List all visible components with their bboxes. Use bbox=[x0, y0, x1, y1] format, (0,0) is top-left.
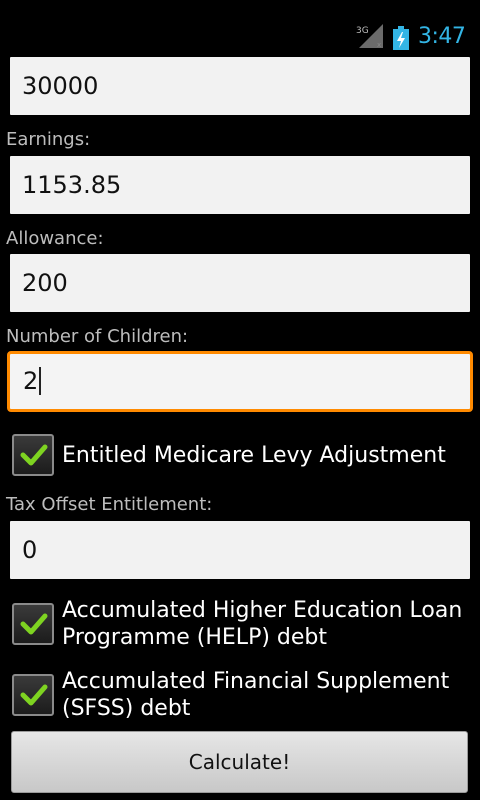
children-value: 2 bbox=[23, 367, 39, 395]
sfss-label-line1: Accumulated Financial Supplement bbox=[62, 669, 450, 694]
tax-offset-label: Tax Offset Entitlement: bbox=[6, 494, 213, 515]
tax-offset-value: 0 bbox=[22, 536, 38, 564]
svg-text:x: x bbox=[377, 41, 381, 48]
earnings-field[interactable]: 1153.85 bbox=[10, 156, 470, 214]
clock: 3:47 bbox=[418, 24, 466, 49]
help-label-line2: Programme (HELP) debt bbox=[62, 625, 327, 650]
sfss-checkbox-row[interactable]: Accumulated Financial Supplement (SFSS) … bbox=[10, 668, 470, 724]
income-field[interactable]: 30000 bbox=[10, 57, 470, 115]
text-caret bbox=[39, 367, 42, 395]
earnings-value: 1153.85 bbox=[22, 171, 122, 199]
children-label: Number of Children: bbox=[6, 326, 189, 347]
check-icon bbox=[20, 613, 48, 635]
medicare-checkbox-row[interactable]: Entitled Medicare Levy Adjustment bbox=[10, 433, 470, 479]
medicare-checkbox[interactable] bbox=[12, 434, 54, 476]
children-field[interactable]: 2 bbox=[7, 351, 473, 412]
allowance-field[interactable]: 200 bbox=[10, 254, 470, 312]
children-value-wrap: 2 bbox=[23, 367, 42, 395]
check-icon bbox=[20, 444, 48, 466]
help-label-line1: Accumulated Higher Education Loan bbox=[62, 598, 463, 623]
sfss-checkbox[interactable] bbox=[12, 674, 54, 716]
allowance-label: Allowance: bbox=[6, 228, 104, 249]
status-bar: x 3G 3:47 bbox=[0, 0, 480, 50]
network-type-label: 3G bbox=[356, 26, 369, 36]
sfss-label-line2: (SFSS) debt bbox=[62, 696, 191, 721]
allowance-value: 200 bbox=[22, 269, 68, 297]
calculate-button[interactable]: Calculate! bbox=[11, 731, 468, 793]
tax-offset-field[interactable]: 0 bbox=[10, 521, 470, 579]
medicare-label: Entitled Medicare Levy Adjustment bbox=[62, 443, 446, 468]
check-icon bbox=[20, 684, 48, 706]
earnings-label: Earnings: bbox=[6, 129, 91, 150]
income-value: 30000 bbox=[22, 72, 99, 100]
battery-charging-icon bbox=[393, 26, 409, 50]
help-checkbox-row[interactable]: Accumulated Higher Education Loan Progra… bbox=[10, 597, 470, 653]
help-checkbox[interactable] bbox=[12, 603, 54, 645]
